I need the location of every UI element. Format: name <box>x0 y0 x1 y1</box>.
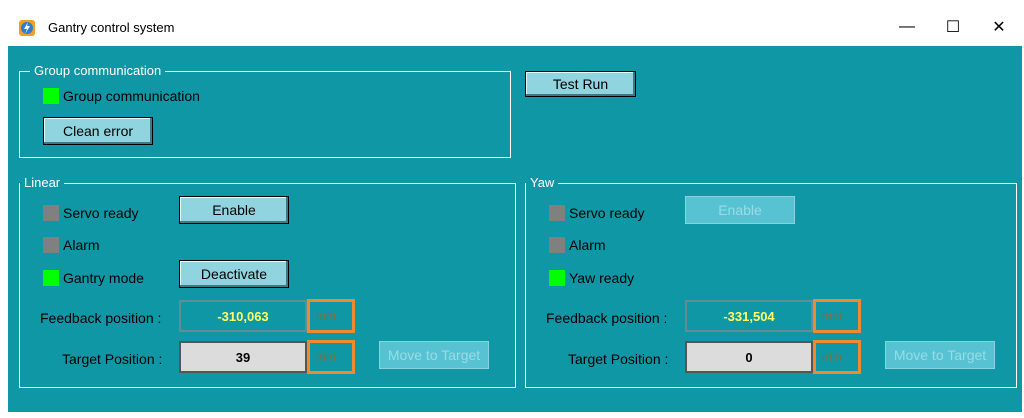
window-title: Gantry control system <box>48 20 175 35</box>
close-button[interactable]: ✕ <box>976 8 1022 46</box>
linear-feedback-unit: mm <box>307 299 355 333</box>
group-communication-legend: Group communication <box>30 63 166 79</box>
group-communication-box: Group communication Group communication … <box>19 63 511 158</box>
linear-target-input[interactable]: 39 <box>179 341 307 373</box>
linear-group: Linear Servo ready Enable Alarm Gantry m… <box>19 175 516 388</box>
yaw-move-to-target-button[interactable]: Move to Target <box>885 341 995 369</box>
maximize-button[interactable]: ☐ <box>930 8 976 46</box>
linear-move-to-target-button[interactable]: Move to Target <box>379 341 489 369</box>
yaw-feedback-label: Feedback position : <box>546 310 668 326</box>
yaw-alarm-label: Alarm <box>569 237 606 253</box>
yaw-alarm-indicator <box>549 237 565 253</box>
yaw-legend: Yaw <box>526 175 559 191</box>
yaw-target-label: Target Position : <box>568 351 669 367</box>
linear-servo-ready-indicator <box>43 205 59 221</box>
linear-deactivate-button[interactable]: Deactivate <box>179 260 289 288</box>
linear-gantry-mode-indicator <box>43 270 59 286</box>
title-bar: Gantry control system — ☐ ✕ <box>8 8 1022 46</box>
yaw-feedback-value: -331,504 <box>685 300 813 332</box>
yaw-servo-ready-indicator <box>549 205 565 221</box>
minimize-button[interactable]: — <box>884 8 930 46</box>
linear-target-unit: mm <box>307 340 355 374</box>
group-communication-label: Group communication <box>63 88 200 104</box>
yaw-target-unit: mm <box>813 340 861 374</box>
linear-alarm-label: Alarm <box>63 237 100 253</box>
linear-target-label: Target Position : <box>62 351 163 367</box>
linear-enable-button[interactable]: Enable <box>179 196 289 224</box>
client-area: Group communication Group communication … <box>8 46 1022 412</box>
linear-servo-ready-label: Servo ready <box>63 205 139 221</box>
app-icon <box>19 20 35 36</box>
linear-feedback-label: Feedback position : <box>40 310 162 326</box>
yaw-feedback-unit: mm <box>813 299 861 333</box>
linear-alarm-indicator <box>43 237 59 253</box>
yaw-target-input[interactable]: 0 <box>685 341 813 373</box>
group-communication-indicator <box>43 88 59 104</box>
yaw-servo-ready-label: Servo ready <box>569 205 645 221</box>
yaw-enable-button[interactable]: Enable <box>685 196 795 224</box>
linear-feedback-value: -310,063 <box>179 300 307 332</box>
app-window: Gantry control system — ☐ ✕ Group commun… <box>0 0 1024 418</box>
yaw-ready-label: Yaw ready <box>569 270 635 286</box>
yaw-group: Yaw Servo ready Enable Alarm Yaw ready F… <box>525 175 1017 388</box>
clean-error-button[interactable]: Clean error <box>43 117 153 145</box>
linear-gantry-mode-label: Gantry mode <box>63 270 144 286</box>
test-run-button[interactable]: Test Run <box>525 71 636 97</box>
linear-legend: Linear <box>20 175 65 191</box>
yaw-ready-indicator <box>549 270 565 286</box>
